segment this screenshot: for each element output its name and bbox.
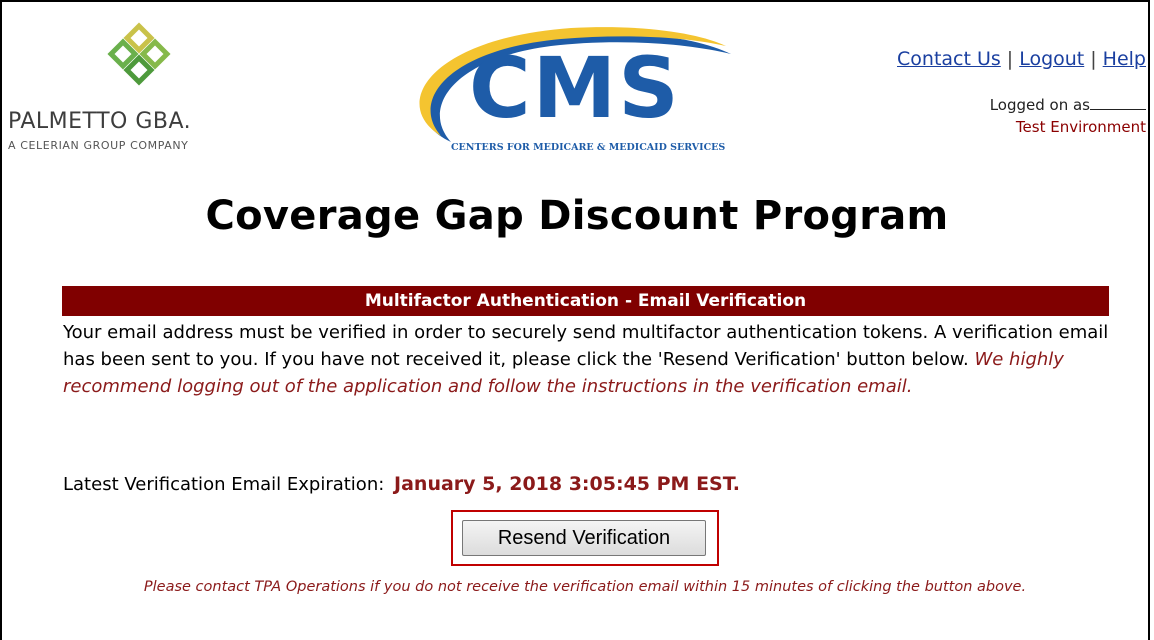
link-separator: | — [1090, 48, 1097, 70]
expiration-label: Latest Verification Email Expiration: — [63, 474, 385, 495]
instructions-text: Your email address must be verified in o… — [63, 319, 1113, 400]
contact-us-link[interactable]: Contact Us — [897, 48, 1001, 70]
logged-on-label: Logged on as — [989, 96, 1090, 114]
palmetto-logo: PALMETTO GBA. A CELERIAN GROUP COMPANY — [8, 22, 268, 152]
username-blank — [1090, 97, 1146, 110]
palmetto-leaf-icon — [107, 22, 171, 86]
resend-button-highlight: Resend Verification — [451, 510, 719, 566]
logout-link[interactable]: Logout — [1019, 48, 1084, 70]
top-links: Contact Us | Logout | Help — [897, 48, 1146, 70]
contact-note: Please contact TPA Operations if you do … — [143, 579, 1027, 595]
logged-on-as: Logged on as — [990, 96, 1146, 114]
resend-verification-button[interactable]: Resend Verification — [462, 520, 706, 556]
section-header: Multifactor Authentication - Email Verif… — [62, 286, 1109, 316]
cms-wordmark: CMS — [469, 39, 681, 137]
cms-subtitle: CENTERS FOR MEDICARE & MEDICAID SERVICES — [451, 142, 726, 153]
expiration-line: Latest Verification Email Expiration: Ja… — [63, 473, 740, 495]
link-separator: | — [1006, 48, 1014, 70]
help-link[interactable]: Help — [1103, 48, 1146, 70]
cms-logo: CMS CENTERS FOR MEDICARE & MEDICAID SERV… — [381, 24, 741, 154]
expiration-value: January 5, 2018 3:05:45 PM EST. — [394, 473, 741, 495]
palmetto-name: PALMETTO GBA. — [8, 109, 192, 134]
palmetto-tagline: A CELERIAN GROUP COMPANY — [8, 139, 189, 152]
instructions-body: Your email address must be verified in o… — [63, 322, 1109, 370]
environment-label: Test Environment — [1015, 118, 1146, 136]
page-title: Coverage Gap Discount Program — [205, 193, 949, 239]
